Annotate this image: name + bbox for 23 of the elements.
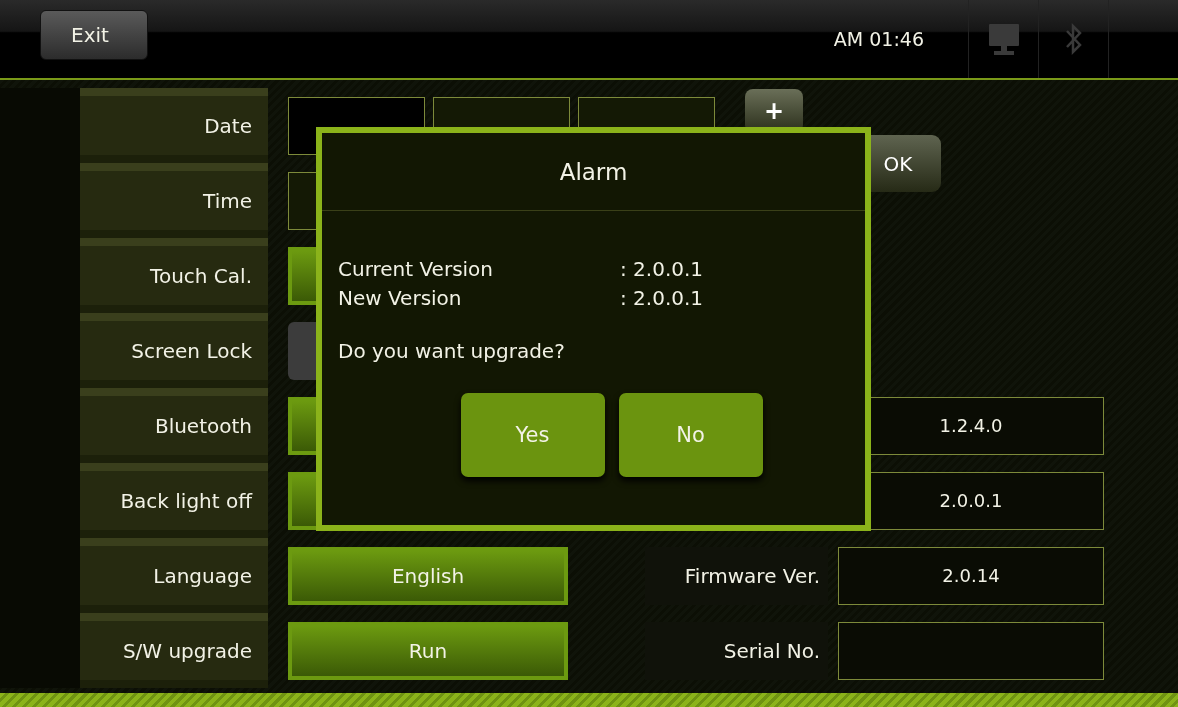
version-label: Current Version — [338, 256, 495, 283]
setting-label-text: Language — [153, 563, 252, 588]
version-value: : 2.0.0.1 — [620, 285, 705, 312]
dialog-question: Do you want upgrade? — [338, 339, 566, 363]
setting-label-text: Back light off — [120, 488, 252, 513]
setting-label-text: Touch Cal. — [150, 263, 252, 288]
version-label: New Version — [338, 285, 463, 312]
info-label-text: Serial No. — [723, 638, 820, 663]
setting-label-text: Date — [204, 113, 252, 138]
setting-label-text: Screen Lock — [131, 338, 252, 363]
dialog-button[interactable]: Yes — [460, 393, 605, 477]
setting-button[interactable]: Run — [288, 621, 568, 680]
exit-button[interactable]: Exit — [40, 10, 148, 60]
clock: AM 01:46 — [833, 28, 924, 50]
dialog-button[interactable]: No — [618, 393, 763, 477]
dialog-title: Alarm — [322, 133, 865, 211]
info-value: 2.0.14 — [838, 546, 1104, 605]
info-label-text: Firmware Ver. — [684, 563, 820, 588]
version-value: : 2.0.0.1 — [620, 256, 705, 283]
setting-label-text: Bluetooth — [154, 413, 252, 438]
setting-label-text: S/W upgrade — [122, 638, 252, 663]
setting-button[interactable]: English — [288, 546, 568, 605]
setting-label-text: Time — [203, 188, 252, 213]
